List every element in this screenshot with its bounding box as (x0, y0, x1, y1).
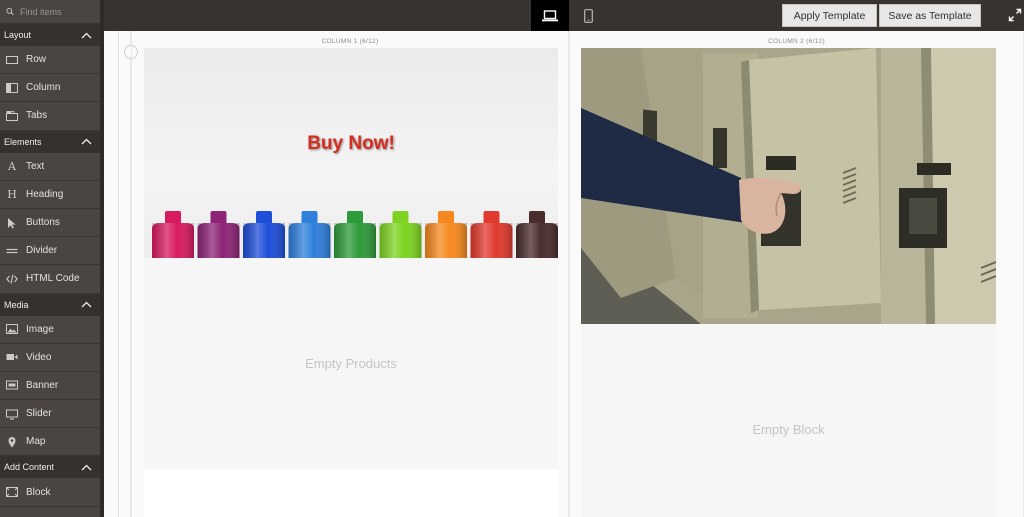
bottle-shine (516, 223, 558, 258)
empty-products-placeholder[interactable]: Empty Products (144, 258, 558, 469)
mobile-view-button[interactable] (569, 0, 607, 31)
sidebar-item-image[interactable]: Image (0, 315, 100, 344)
buy-now-text: Buy Now! (307, 133, 395, 154)
chevron-up-icon (81, 32, 92, 38)
sidebar-item-video[interactable]: Video (0, 343, 100, 372)
sidebar-item-divider[interactable]: Divider (0, 237, 100, 266)
bottle-shine (379, 223, 422, 258)
column-1-footer-area (144, 469, 558, 517)
block-icon (6, 487, 18, 498)
sidebar-item-label: Banner (26, 379, 59, 391)
chevron-up-icon (81, 464, 92, 471)
video-icon (6, 354, 18, 361)
mobile-phone-icon (583, 8, 593, 23)
banner-icon (6, 380, 18, 390)
sidebar-item-label: Buttons (26, 217, 60, 229)
top-toolbar: Apply Template Save as Template (104, 0, 1024, 31)
sidebar-item-label: Tabs (26, 110, 48, 122)
group-title: Add Content (4, 462, 55, 473)
bottle-cap (529, 211, 545, 225)
sidebar-item-label: Block (26, 486, 51, 498)
sidebar-item-text[interactable]: A Text (0, 152, 100, 181)
column-icon (6, 82, 18, 93)
chevron-up-icon (81, 138, 92, 145)
divider-icon (6, 248, 18, 253)
bottle-shine (334, 223, 376, 258)
bottle-shine (470, 223, 513, 258)
image-icon (6, 324, 18, 335)
column-2[interactable]: COLUMN 2 (6/12) Empty Block (569, 31, 1024, 517)
desktop-view-button[interactable] (531, 0, 569, 31)
sidebar-item-label: Row (26, 54, 47, 66)
row-icon (6, 55, 18, 64)
bottle-shine (197, 223, 240, 258)
column-label: COLUMN 1 (6/12) (321, 38, 379, 45)
sidebar-item-block[interactable]: Block (0, 478, 100, 507)
sidebar-item-label: Image (26, 323, 54, 335)
sidebar-item-label: Video (26, 351, 52, 363)
chevron-up-icon (81, 301, 92, 308)
bottle-cap (301, 211, 318, 225)
bottle-shine (152, 223, 194, 258)
bottle-shine (425, 223, 467, 258)
group-title: Layout (4, 30, 32, 40)
sidebar-item-label: Heading (26, 188, 64, 200)
empty-block-placeholder[interactable]: Empty Block (581, 324, 996, 517)
bottle-shine (243, 223, 285, 258)
heading-icon: H (7, 187, 17, 201)
sidebar-item-buttons[interactable]: Buttons (0, 208, 100, 238)
sidebar-item-label: Slider (26, 408, 52, 420)
bottle-cap (165, 211, 181, 225)
code-icon (6, 274, 18, 284)
column-label: COLUMN 2 (6/12) (768, 38, 825, 45)
locker-image[interactable] (581, 48, 996, 324)
group-title: Elements (4, 136, 42, 147)
bottle-cap (210, 211, 227, 225)
banner-image[interactable]: Buy Now! (144, 48, 558, 258)
laptop-icon (542, 9, 558, 21)
sidebar-item-tabs[interactable]: Tabs (0, 102, 100, 131)
sidebar-item-slider[interactable]: Slider (0, 400, 100, 429)
search-bar (0, 0, 100, 24)
row-rail (118, 31, 119, 517)
cursor-icon (8, 217, 16, 229)
bottle-shine (288, 223, 331, 258)
apply-template-button[interactable]: Apply Template (782, 4, 877, 27)
search-input[interactable] (20, 6, 100, 17)
group-header-elements[interactable]: Elements (0, 130, 100, 153)
map-pin-icon (8, 436, 16, 448)
sidebar: Layout Row Column Tabs Elements A Text H… (0, 0, 104, 517)
slider-icon (6, 409, 18, 420)
sidebar-item-html-code[interactable]: HTML Code (0, 265, 100, 294)
search-icon (6, 7, 14, 16)
sidebar-item-label: Map (26, 436, 46, 448)
sidebar-item-banner[interactable]: Banner (0, 371, 100, 401)
fullscreen-icon[interactable] (1008, 8, 1022, 22)
sidebar-item-label: Text (26, 160, 45, 172)
sidebar-item-heading[interactable]: H Heading (0, 180, 100, 209)
bottle-cap (483, 211, 500, 225)
sidebar-item-row[interactable]: Row (0, 46, 100, 75)
sidebar-item-map[interactable]: Map (0, 428, 100, 457)
bottle-cap (347, 211, 363, 225)
save-as-template-button[interactable]: Save as Template (879, 4, 981, 27)
text-icon: A (8, 159, 16, 173)
group-header-media[interactable]: Media (0, 293, 100, 316)
sidebar-item-label: Divider (26, 245, 58, 257)
sidebar-item-column[interactable]: Column (0, 74, 100, 103)
locker-photo-icon (581, 48, 996, 324)
group-header-add-content[interactable]: Add Content (0, 456, 100, 479)
bottle-cap (438, 211, 454, 225)
group-title: Media (4, 299, 29, 310)
sidebar-item-label: HTML Code (26, 273, 80, 285)
group-header-layout[interactable]: Layout (0, 24, 100, 46)
bottle-cap (256, 211, 272, 225)
sidebar-item-label: Column (26, 82, 61, 94)
column-1[interactable]: COLUMN 1 (6/12) Buy Now! Empty Products (131, 31, 569, 517)
tabs-icon (6, 110, 18, 121)
bottle-cap (392, 211, 409, 225)
builder-stage: COLUMN 1 (6/12) Buy Now! Empty Products … (104, 31, 1024, 517)
